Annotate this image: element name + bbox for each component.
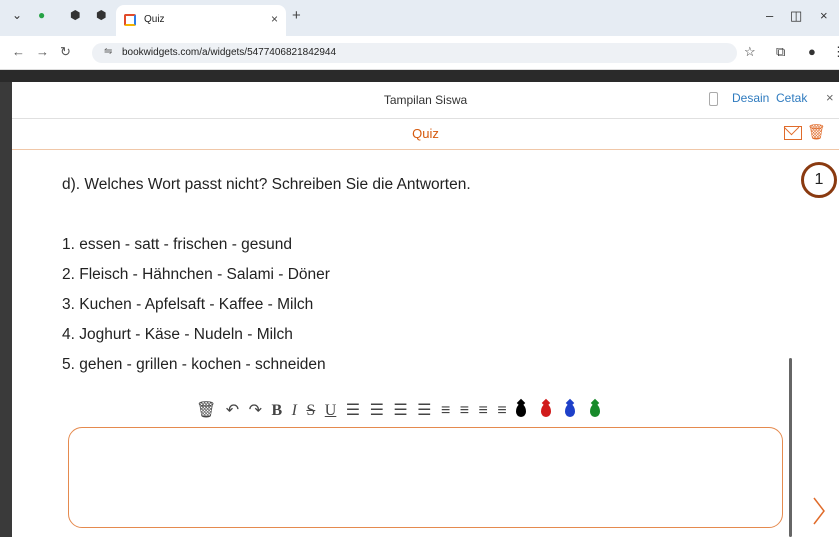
tab-title: Quiz <box>144 14 165 25</box>
back-icon[interactable]: ← <box>12 44 25 59</box>
browser-tab-strip: ⌄ ● ⬢ ⬢ Quiz × + – ◫ × <box>0 0 839 36</box>
quiz-title-bar: Quiz 🗑︎ <box>12 119 839 150</box>
color-red-icon[interactable] <box>540 404 551 418</box>
print-link[interactable]: Cetak <box>776 91 807 105</box>
design-link[interactable]: Desain <box>732 91 769 105</box>
pinned-tab-icon-2[interactable]: ⬢ <box>96 8 106 22</box>
mail-icon[interactable] <box>784 126 802 140</box>
indent-icon[interactable]: ☰ <box>417 400 431 420</box>
trash-icon[interactable]: 🗑︎ <box>807 123 826 141</box>
list-item: 5. gehen - grillen - kochen - schneiden <box>62 356 326 373</box>
modal-close-icon[interactable]: × <box>826 90 834 105</box>
site-info-icon[interactable]: ⇋ <box>104 46 112 57</box>
italic-button[interactable]: I <box>292 402 297 420</box>
pinned-tab-icon[interactable]: ⬢ <box>70 8 80 22</box>
minimize-icon[interactable]: – <box>766 8 773 23</box>
numbered-list-icon[interactable]: ☰ <box>370 400 384 420</box>
page-overlay-left <box>0 82 12 537</box>
extensions-icon[interactable]: ⧉ <box>776 44 785 60</box>
bookwidgets-favicon-icon <box>124 14 136 26</box>
editor-toolbar: 🗑︎ ↶ ↷ B I S U ☰ ☰ ☰ ☰ ≡ ≡ ≡ ≡ <box>196 400 610 424</box>
next-question-chevron-icon[interactable] <box>812 496 826 526</box>
redo-icon[interactable]: ↷ <box>249 400 262 420</box>
url-text: bookwidgets.com/a/widgets/54774068218429… <box>122 47 337 58</box>
bold-button[interactable]: B <box>271 402 282 420</box>
align-right-icon[interactable]: ≡ <box>479 402 488 420</box>
url-field[interactable]: ⇋ bookwidgets.com/a/widgets/547740682184… <box>92 43 737 63</box>
outdent-icon[interactable]: ☰ <box>393 400 407 420</box>
profile-icon[interactable]: ● <box>808 44 816 59</box>
list-item: 4. Joghurt - Käse - Nudeln - Milch <box>62 326 293 343</box>
tab-close-icon[interactable]: × <box>271 12 278 26</box>
quiz-title: Quiz <box>412 126 439 141</box>
address-bar: ← → ↻ ⇋ bookwidgets.com/a/widgets/547740… <box>0 36 839 70</box>
align-center-icon[interactable]: ≡ <box>460 402 469 420</box>
underline-button[interactable]: U <box>325 402 337 420</box>
page-overlay-top <box>0 70 839 82</box>
phone-preview-icon[interactable] <box>709 92 718 106</box>
align-left-icon[interactable]: ≡ <box>441 402 450 420</box>
bookmark-star-icon[interactable]: ☆ <box>744 44 756 60</box>
bullet-list-icon[interactable]: ☰ <box>346 400 360 420</box>
clear-trash-icon[interactable]: 🗑︎ <box>196 400 216 420</box>
list-item: 2. Fleisch - Hähnchen - Salami - Döner <box>62 266 330 283</box>
answer-editor[interactable] <box>68 427 783 528</box>
list-item: 3. Kuchen - Apfelsaft - Kaffee - Milch <box>62 296 314 313</box>
question-prompt: d). Welches Wort passt nicht? Schreiben … <box>62 176 471 193</box>
restore-icon[interactable]: ◫ <box>790 8 802 24</box>
new-tab-icon[interactable]: + <box>292 7 301 24</box>
question-items: 1. essen - satt - frischen - gesund 2. F… <box>62 234 330 384</box>
undo-icon[interactable]: ↶ <box>226 400 239 420</box>
question-number-badge[interactable]: 1 <box>801 162 837 198</box>
color-green-icon[interactable] <box>589 404 600 418</box>
color-blue-icon[interactable] <box>565 404 576 418</box>
forward-icon[interactable]: → <box>36 44 49 59</box>
scrollbar[interactable] <box>789 358 792 537</box>
menu-icon[interactable]: ⋮ <box>832 44 839 60</box>
tab-search-icon[interactable]: ⌄ <box>12 8 22 22</box>
list-item: 1. essen - satt - frischen - gesund <box>62 236 293 253</box>
window-close-icon[interactable]: × <box>820 8 828 23</box>
tab-quiz[interactable]: Quiz × <box>116 5 286 36</box>
modal-header: Tampilan Siswa Desain Cetak × <box>12 82 839 119</box>
whatsapp-tab-icon[interactable]: ● <box>38 8 45 22</box>
color-black-icon[interactable] <box>516 404 527 418</box>
align-justify-icon[interactable]: ≡ <box>497 402 506 420</box>
strikethrough-button[interactable]: S <box>306 402 315 420</box>
reload-icon[interactable]: ↻ <box>60 44 71 60</box>
